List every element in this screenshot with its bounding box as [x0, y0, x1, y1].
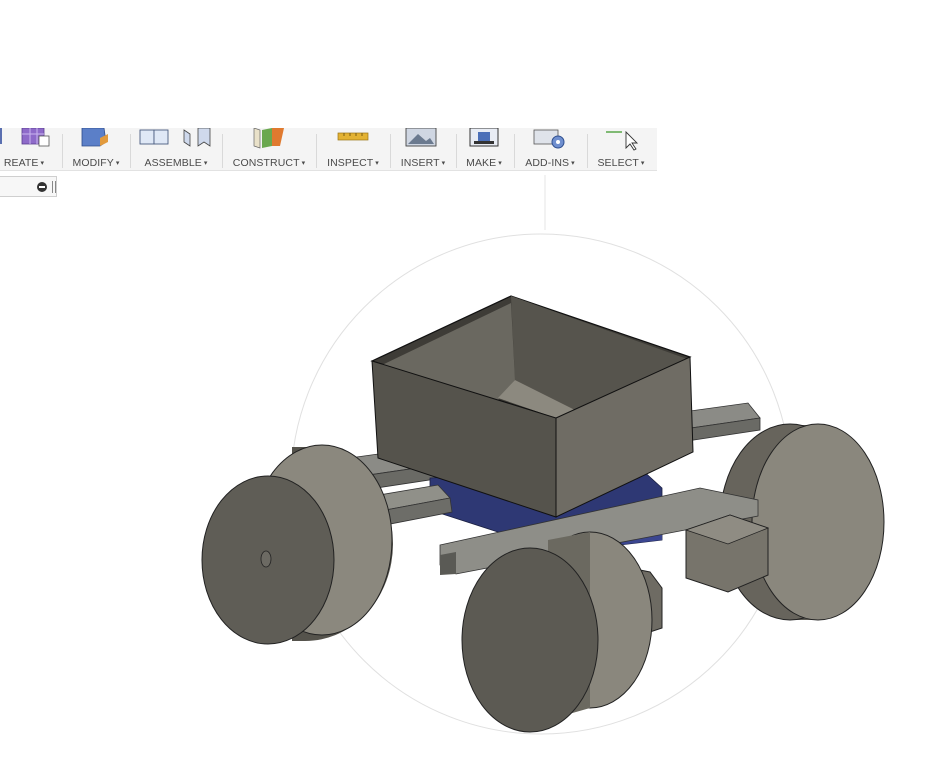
cursor-icon: [606, 130, 639, 151]
chevron-down-icon: ▾: [640, 160, 645, 167]
chevron-down-icon: ▾: [40, 160, 45, 167]
add-ins-label: ADD-INS: [525, 157, 570, 169]
select-menu[interactable]: SELECT ▾: [592, 128, 650, 170]
select-label: SELECT: [597, 157, 639, 169]
3d-print-icon: [469, 127, 499, 147]
assemble-icons: [139, 127, 211, 147]
construct-menu[interactable]: CONSTRUCT ▾: [228, 127, 310, 170]
canvas-viewport[interactable]: [0, 0, 927, 763]
create-menu[interactable]: REATE ▾: [0, 127, 53, 170]
inspect-label: INSPECT: [327, 157, 374, 169]
chevron-down-icon: ▾: [498, 160, 502, 167]
inspect-menu[interactable]: INSPECT ▾: [322, 128, 384, 170]
insert-label: INSERT: [400, 157, 440, 169]
add-ins-gear-icon: [533, 129, 565, 149]
collapse-icon[interactable]: [37, 182, 47, 192]
chevron-down-icon: ▾: [115, 160, 120, 167]
assemble-label: ASSEMBLE: [144, 157, 202, 169]
chevron-down-icon: ▾: [375, 160, 379, 167]
modify-menu[interactable]: MODIFY ▾: [68, 127, 124, 170]
create-icons: [0, 127, 50, 147]
create-label: REATE: [3, 157, 39, 169]
modify-label: MODIFY: [72, 157, 114, 169]
chevron-down-icon: ▾: [571, 160, 575, 167]
construct-label: CONSTRUCT: [232, 157, 300, 169]
modify-icon: [81, 127, 108, 147]
pin-icon[interactable]: [52, 181, 56, 193]
make-label: MAKE: [466, 157, 497, 169]
assemble-menu[interactable]: ASSEMBLE ▾: [136, 127, 216, 170]
toolbar: REATE ▾ MODIFY ▾ ASSEMBLE ▾ CONSTRUCT ▾ …: [0, 127, 657, 171]
insert-image-icon: [405, 127, 437, 147]
chevron-down-icon: ▾: [301, 160, 306, 167]
axle-hole: [260, 550, 272, 568]
chevron-down-icon: ▾: [441, 160, 446, 167]
make-menu[interactable]: MAKE ▾: [460, 127, 508, 170]
chevron-down-icon: ▾: [203, 160, 208, 167]
add-ins-menu[interactable]: ADD-INS ▾: [518, 128, 582, 170]
insert-menu[interactable]: INSERT ▾: [396, 127, 450, 170]
browser-panel-header: [0, 176, 57, 197]
ruler-icon: [337, 132, 369, 141]
wheel-front-left[interactable]: [201, 444, 393, 645]
gearbox-right: [684, 514, 770, 593]
construct-icon: [253, 127, 284, 149]
